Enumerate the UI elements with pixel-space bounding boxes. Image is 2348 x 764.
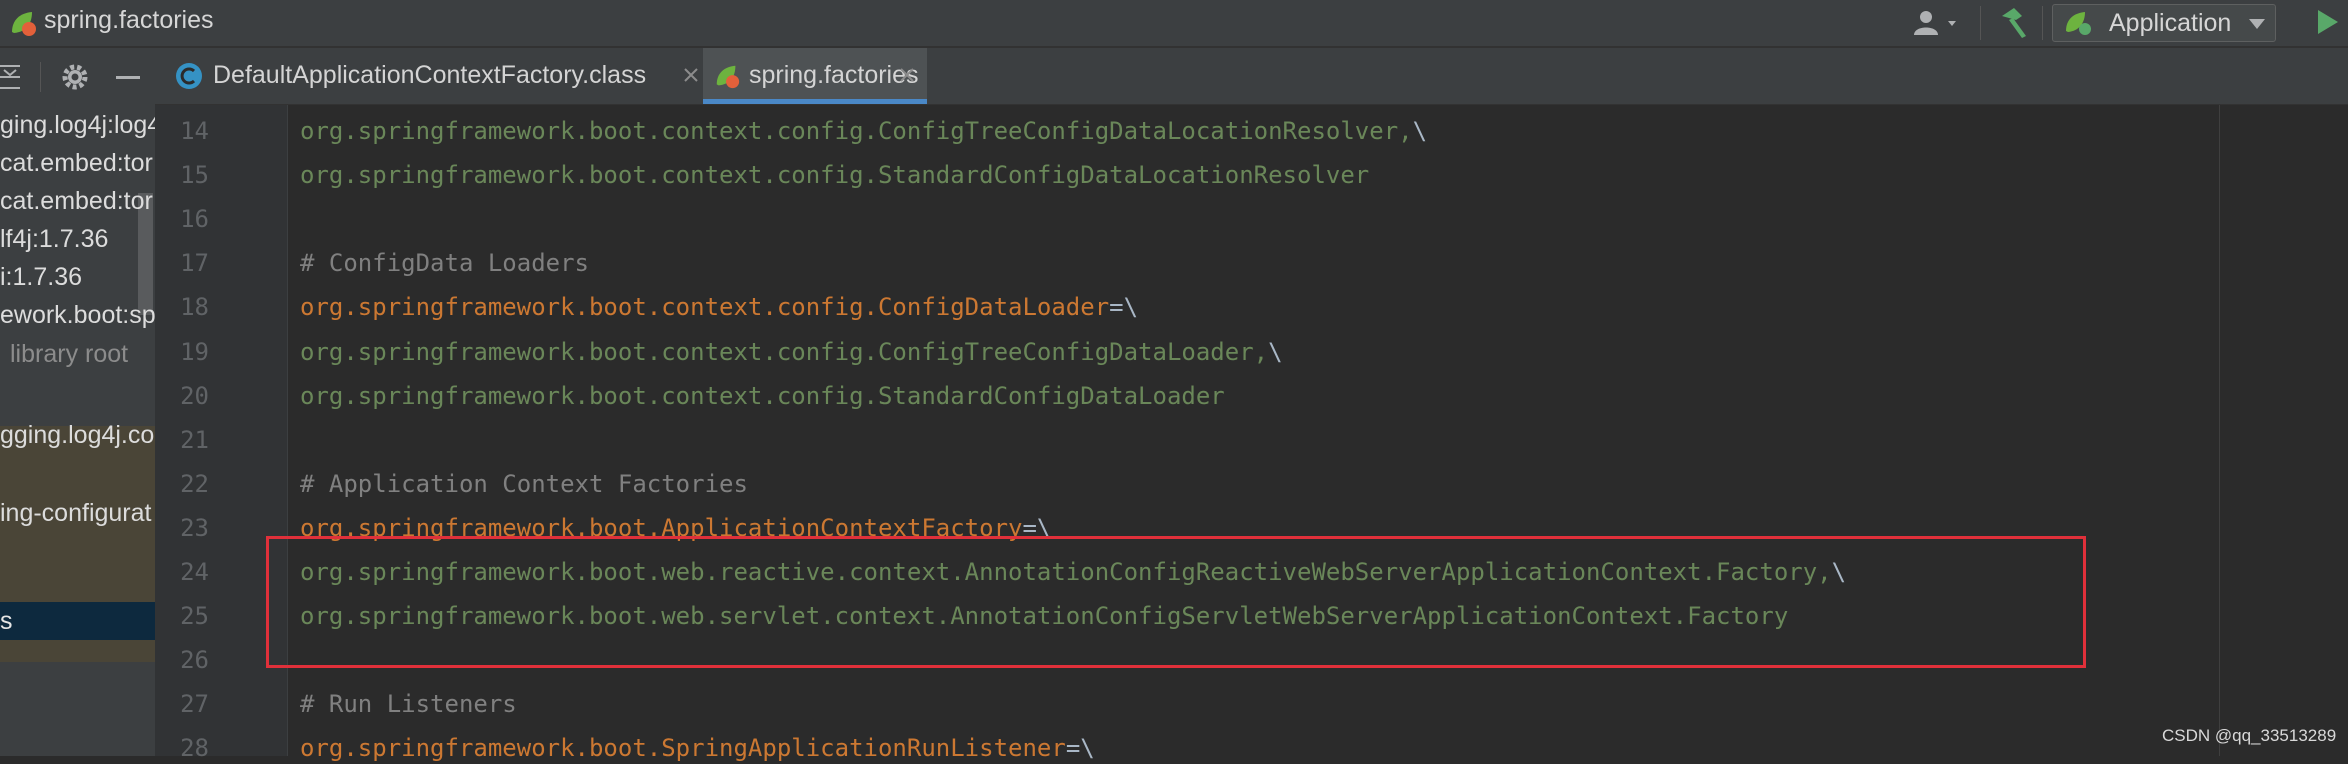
line-number: 25 — [180, 602, 209, 630]
line-number: 21 — [180, 426, 209, 454]
line-number: 28 — [180, 734, 209, 762]
code-line[interactable]: # Run Listeners — [300, 688, 517, 720]
run-icon[interactable] — [2316, 8, 2340, 36]
tree-item[interactable]: lf4j:1.7.36 — [0, 220, 155, 258]
code-line[interactable]: # ConfigData Loaders — [300, 247, 589, 279]
close-icon[interactable] — [899, 67, 915, 83]
chevron-down-icon — [2249, 19, 2265, 29]
code-line[interactable]: org.springframework.boot.context.config.… — [300, 380, 1225, 412]
code-operator: \ — [1268, 338, 1283, 366]
line-number: 16 — [180, 205, 209, 233]
property-value: org.springframework.boot.context.config.… — [300, 161, 1370, 189]
tab-label: spring.factories — [749, 61, 919, 89]
gear-icon[interactable] — [60, 62, 90, 92]
line-number: 17 — [180, 249, 209, 277]
line-number: 15 — [180, 161, 209, 189]
title-bar: spring.factories Application — [0, 0, 2348, 48]
property-value: org.springframework.boot.context.config.… — [300, 382, 1225, 410]
tree-item[interactable]: cat.embed:tor — [0, 182, 155, 220]
tab-label: DefaultApplicationContextFactory.class — [213, 61, 647, 89]
window-title: spring.factories — [44, 6, 214, 34]
line-number: 14 — [180, 117, 209, 145]
code-operator: \ — [1412, 117, 1428, 145]
code-line[interactable]: org.springframework.boot.SpringApplicati… — [300, 732, 1095, 764]
code-comment: # Run Listeners — [300, 690, 517, 718]
spring-boot-app-icon — [2066, 12, 2091, 35]
spring-leaf-icon — [12, 12, 36, 36]
tree-item[interactable]: library root — [0, 335, 155, 373]
line-number: 22 — [180, 470, 209, 498]
project-tree: ging.log4j:log4 cat.embed:tor cat.embed:to… — [0, 106, 155, 756]
active-tab-indicator — [703, 99, 927, 104]
line-number: 18 — [180, 293, 209, 321]
watermark: CSDN @qq_33513289 — [2162, 726, 2337, 745]
hide-panel-icon[interactable] — [116, 76, 140, 79]
run-configuration-selector[interactable]: Application — [2052, 4, 2276, 42]
code-line[interactable]: org.springframework.boot.context.config.… — [300, 115, 1427, 147]
class-file-icon — [176, 63, 202, 89]
toolbar-separator — [2042, 6, 2043, 40]
editor-tab-bar: DefaultApplicationContextFactory.class s… — [155, 48, 2348, 105]
code-operator: =\ — [1109, 293, 1139, 321]
tab-defaultapplicationcontextfactory[interactable]: DefaultApplicationContextFactory.class — [169, 48, 707, 104]
project-panel-toolbar — [0, 48, 155, 106]
annotation-highlight-box — [266, 536, 2086, 668]
property-key: org.springframework.boot.context.config.… — [300, 293, 1110, 321]
code-operator: =\ — [1065, 734, 1095, 762]
toolbar-separator — [40, 62, 41, 92]
code-comment: # Application Context Factories — [300, 470, 748, 498]
tree-item[interactable]: cat.embed:tor — [0, 144, 155, 182]
run-configuration-label: Application — [2109, 9, 2232, 37]
tree-item[interactable]: ework.boot:spr — [0, 296, 155, 334]
tree-item[interactable]: s — [0, 602, 155, 640]
project-tree-panel: ging.log4j:log4 cat.embed:tor cat.embed:to… — [0, 48, 155, 756]
line-number: 24 — [180, 558, 209, 586]
property-key: org.springframework.boot.SpringApplicati… — [300, 734, 1066, 762]
line-number: 19 — [180, 338, 209, 366]
property-value: org.springframework.boot.context.config.… — [300, 338, 1269, 366]
code-line[interactable]: org.springframework.boot.context.config.… — [300, 291, 1138, 323]
code-comment: # ConfigData Loaders — [300, 249, 589, 277]
code-line[interactable]: org.springframework.boot.context.config.… — [300, 336, 1283, 368]
tree-item[interactable]: gging.log4j.cor — [0, 416, 155, 454]
tree-item[interactable]: ing-configurat — [0, 494, 155, 532]
line-number: 23 — [180, 514, 209, 542]
toolbar-separator — [1980, 6, 1981, 40]
property-value: org.springframework.boot.context.config.… — [300, 117, 1413, 145]
right-margin-guide — [2219, 105, 2220, 756]
code-line[interactable]: # Application Context Factories — [300, 468, 748, 500]
spring-leaf-icon — [716, 65, 740, 89]
line-number: 26 — [180, 646, 209, 674]
collapse-all-icon[interactable] — [0, 62, 22, 92]
tree-item[interactable]: ging.log4j:log4 — [0, 106, 155, 144]
line-number: 20 — [180, 382, 209, 410]
user-icon[interactable] — [1910, 7, 1964, 39]
build-hammer-icon[interactable] — [1996, 6, 2032, 40]
close-icon[interactable] — [683, 67, 699, 83]
code-line[interactable]: org.springframework.boot.context.config.… — [300, 159, 1369, 191]
tab-spring-factories[interactable]: spring.factories — [703, 48, 927, 104]
line-number: 27 — [180, 690, 209, 718]
tree-item[interactable]: i:1.7.36 — [0, 258, 155, 296]
